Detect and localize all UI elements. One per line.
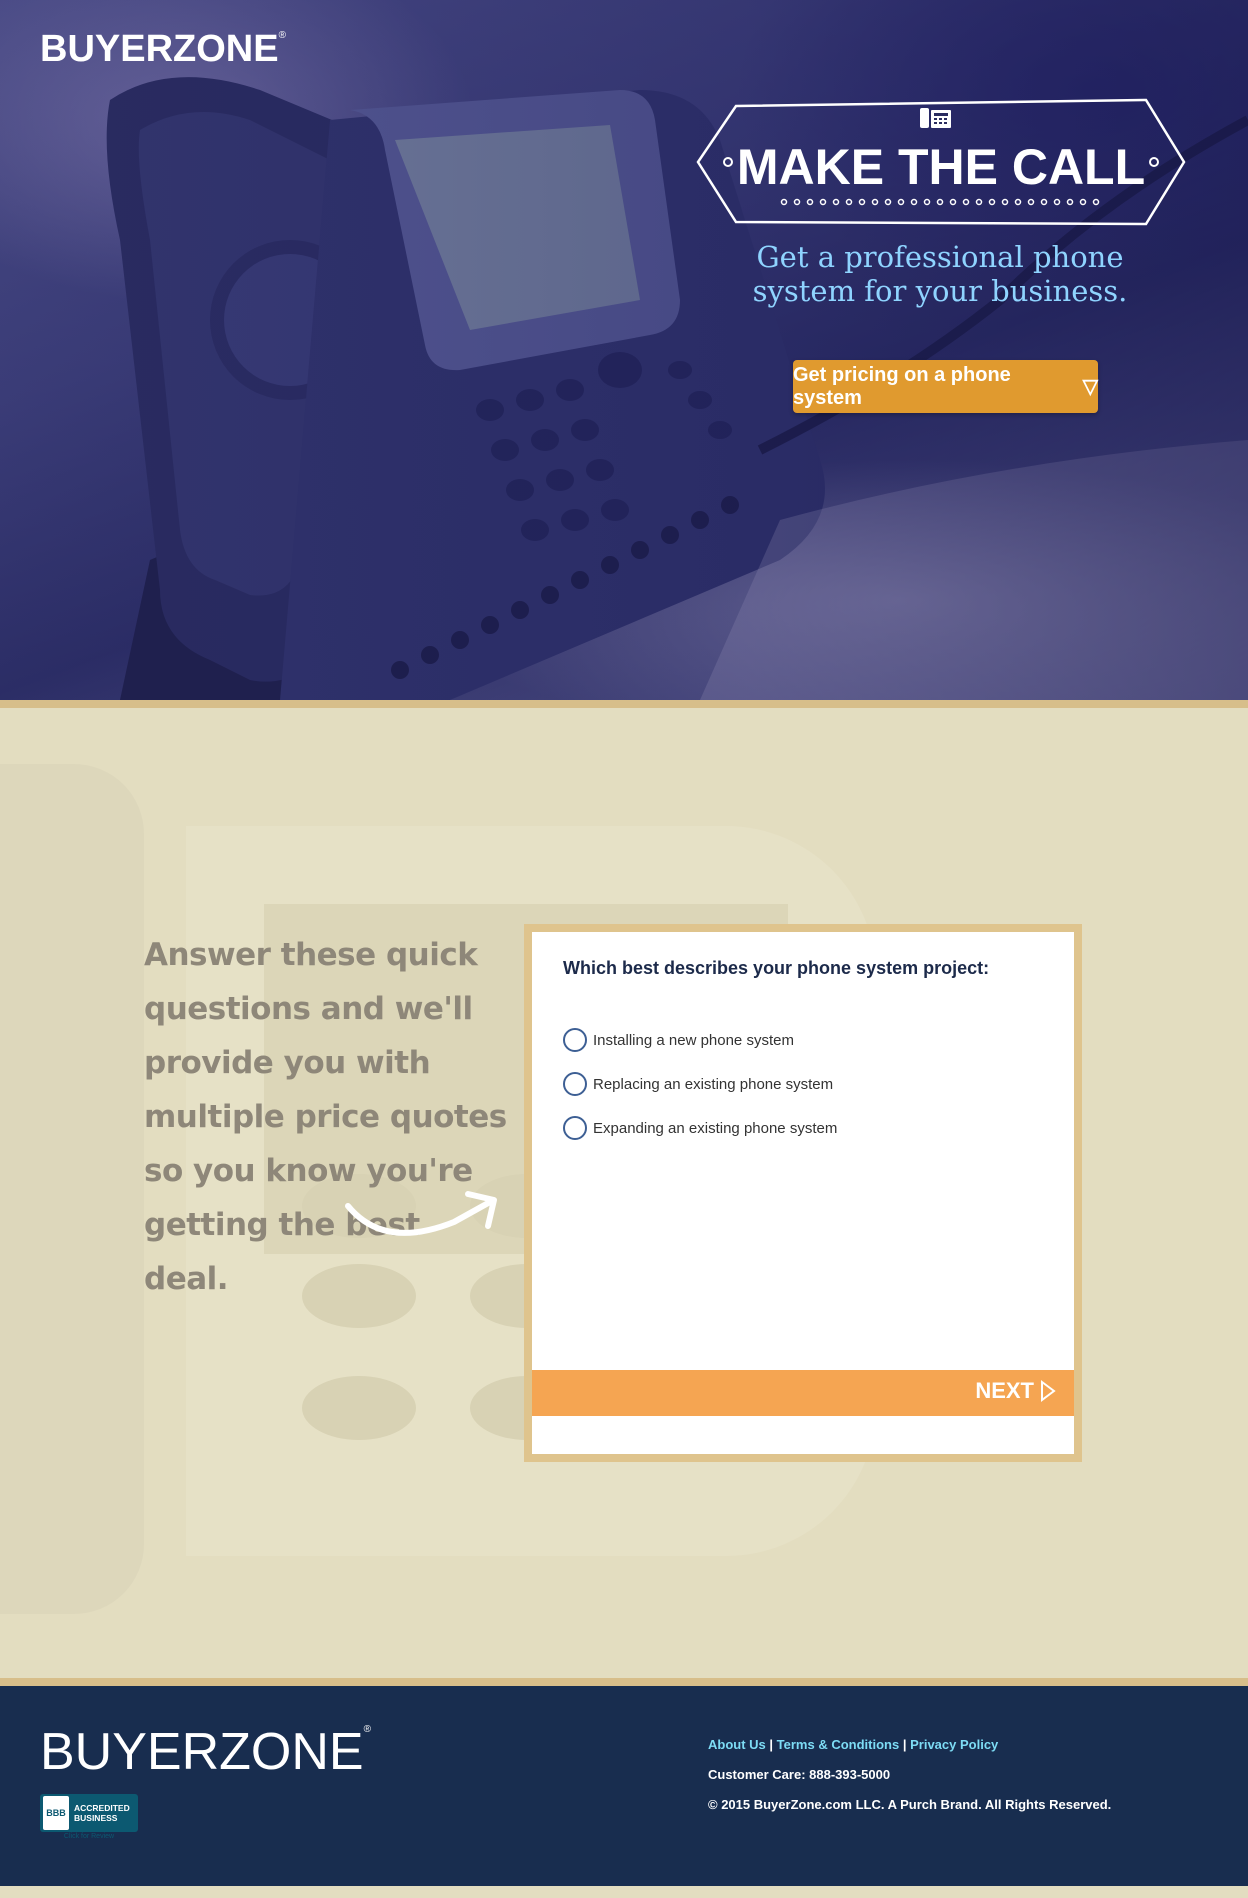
cta-label: Get pricing on a phone system: [793, 363, 1011, 409]
logo-text: BUYERZONE: [40, 28, 279, 70]
subtitle-line-1: Get a professional phone: [756, 240, 1124, 274]
option-expanding-existing[interactable]: Expanding an existing phone system: [563, 1116, 837, 1140]
quiz-card: Which best describes your phone system p…: [524, 924, 1082, 1462]
buyerzone-logo[interactable]: BUYERZONE®: [40, 28, 286, 71]
link-separator: |: [902, 1737, 907, 1752]
copyright: © 2015 BuyerZone.com LLC. A Purch Brand.…: [708, 1797, 1112, 1812]
about-us-link[interactable]: About Us: [708, 1737, 766, 1752]
subtitle-line-2: system for your business.: [752, 274, 1128, 308]
bottom-strip: [0, 1886, 1248, 1898]
down-triangle-icon: ▽: [1082, 376, 1098, 398]
footer-links: About Us | Terms & Conditions | Privacy …: [708, 1737, 998, 1752]
link-separator: |: [769, 1737, 774, 1752]
background-shape: [0, 764, 144, 1614]
radio-button[interactable]: [563, 1072, 587, 1096]
option-label: Installing a new phone system: [593, 1031, 794, 1049]
background-dot: [302, 1376, 416, 1440]
radio-button[interactable]: [563, 1028, 587, 1052]
bbb-line-1: ACCREDITED: [74, 1803, 130, 1813]
get-pricing-button[interactable]: Get pricing on a phone system ▽: [793, 360, 1098, 413]
make-the-call-badge: MAKE THE CALL: [696, 96, 1186, 228]
curved-arrow-icon: [345, 1191, 497, 1236]
option-label: Replacing an existing phone system: [593, 1075, 834, 1093]
option-label: Expanding an existing phone system: [593, 1119, 838, 1137]
bbb-accredited-badge[interactable]: BBB ACCREDITED BUSINESS Click for Review: [40, 1794, 138, 1840]
office-phone-icon: [920, 108, 951, 128]
next-label: NEXT: [975, 1378, 1034, 1403]
bbb-click-for-review[interactable]: Click for Review: [40, 1833, 138, 1840]
bbb-line-2: BUSINESS: [74, 1813, 118, 1823]
terms-link[interactable]: Terms & Conditions: [777, 1737, 900, 1752]
hero-banner: BUYERZONE® MAKE THE CALL Get a professio…: [0, 0, 1248, 700]
quote-section: Answer these quick questions and we'll p…: [0, 708, 1248, 1678]
bbb-text: ACCREDITED BUSINESS: [74, 1803, 130, 1823]
footer-divider: [0, 1678, 1248, 1686]
privacy-link[interactable]: Privacy Policy: [910, 1737, 998, 1752]
option-installing-new[interactable]: Installing a new phone system: [563, 1028, 794, 1052]
play-arrow-icon: [1041, 1380, 1056, 1402]
hero-subtitle: Get a professional phone system for your…: [730, 240, 1150, 308]
bbb-seal-icon: BBB: [43, 1796, 69, 1830]
logo-text: BUYERZONE: [40, 1723, 364, 1781]
next-bar: NEXT: [532, 1370, 1074, 1416]
registered-mark: ®: [278, 30, 286, 41]
quiz-question: Which best describes your phone system p…: [563, 958, 990, 978]
radio-button[interactable]: [563, 1116, 587, 1140]
hero-divider: [0, 700, 1248, 708]
next-button[interactable]: NEXT: [975, 1378, 1056, 1404]
option-replacing-existing[interactable]: Replacing an existing phone system: [563, 1072, 833, 1096]
registered-mark: ®: [363, 1724, 371, 1735]
buyerzone-footer-logo[interactable]: BUYERZONE®: [40, 1722, 371, 1782]
customer-care: Customer Care: 888-393-5000: [708, 1767, 891, 1782]
site-footer: BUYERZONE® BBB ACCREDITED BUSINESS Click…: [0, 1686, 1248, 1886]
badge-title: MAKE THE CALL: [736, 139, 1146, 195]
